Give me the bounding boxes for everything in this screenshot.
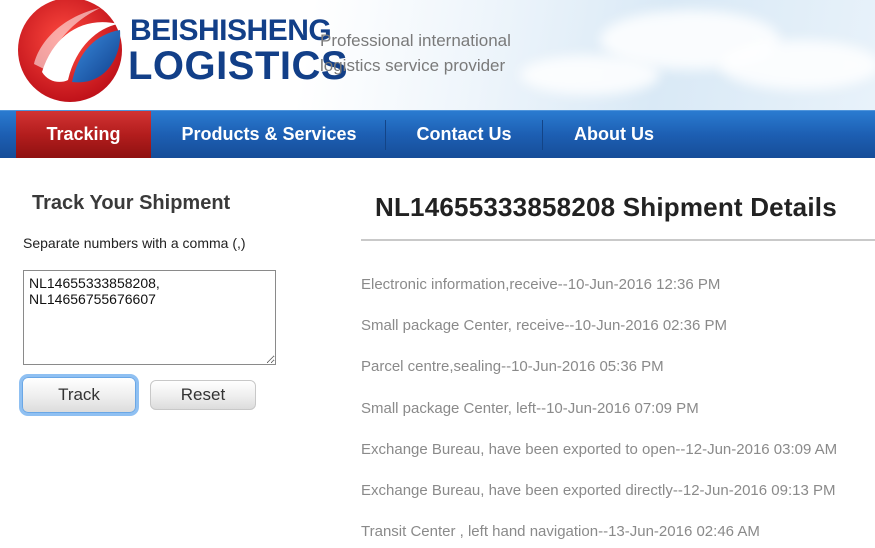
tracking-numbers-input[interactable]: NL14655333858208, NL14656755676607: [23, 270, 276, 365]
tracking-event: Small package Center, receive--10-Jun-20…: [361, 317, 728, 335]
nav-item-about-us[interactable]: About Us: [552, 111, 676, 158]
track-input-hint: Separate numbers with a comma (,): [23, 235, 246, 251]
nav-item-products-services[interactable]: Products & Services: [160, 111, 378, 158]
tracking-event: Parcel centre,sealing--10-Jun-2016 05:36…: [361, 358, 664, 376]
sky-cloud: [520, 55, 660, 95]
nav-divider: [542, 120, 543, 150]
tracking-event-list: Electronic information,receive--10-Jun-2…: [361, 276, 875, 548]
nav-divider: [385, 120, 386, 150]
brand-tagline: Professional international logistics ser…: [320, 28, 511, 78]
tagline-line-1: Professional international: [320, 31, 511, 50]
track-panel-title: Track Your Shipment: [32, 192, 231, 214]
track-button[interactable]: Track: [22, 377, 136, 413]
tracking-event: Exchange Bureau, have been exported dire…: [361, 481, 836, 499]
tracking-event: Small package Center, left--10-Jun-2016 …: [361, 399, 699, 417]
title-divider: [361, 239, 875, 241]
main-nav: Tracking Products & Services Contact Us …: [0, 110, 875, 158]
nav-item-contact-us[interactable]: Contact Us: [395, 111, 533, 158]
brand-name-bottom: LOGISTICS: [128, 44, 349, 88]
tracking-event: Exchange Bureau, have been exported to o…: [361, 440, 838, 458]
brand-name-top: BEISHISHENG: [130, 14, 332, 47]
nav-item-tracking[interactable]: Tracking: [16, 111, 151, 158]
site-header: BEISHISHENG LOGISTICS Professional inter…: [0, 0, 875, 110]
tracking-event: Transit Center , left hand navigation--1…: [361, 523, 760, 541]
sky-cloud: [720, 40, 875, 90]
reset-button[interactable]: Reset: [150, 380, 256, 410]
tracking-event: Electronic information,receive--10-Jun-2…: [361, 276, 721, 293]
shipment-details-title: NL14655333858208 Shipment Details: [375, 192, 837, 222]
tagline-line-2: logistics service provider: [320, 56, 506, 75]
company-logo-icon[interactable]: [14, 0, 126, 106]
